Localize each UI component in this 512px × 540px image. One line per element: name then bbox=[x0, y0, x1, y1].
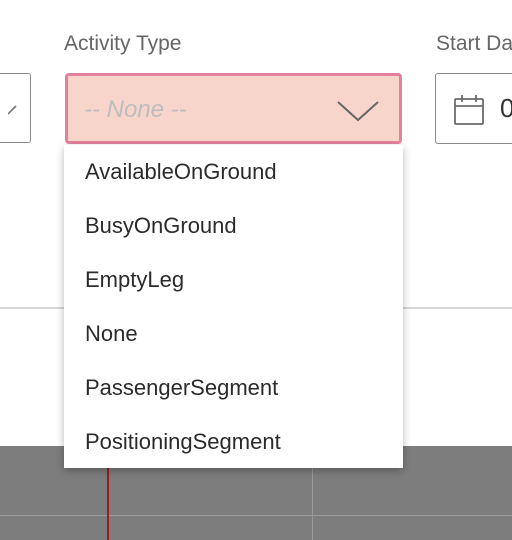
activity-type-select[interactable]: -- None -- bbox=[65, 73, 402, 144]
start-date-label: Start Da bbox=[436, 32, 512, 55]
activity-type-placeholder: -- None -- bbox=[84, 96, 187, 123]
activity-type-dropdown: AvailableOnGround BusyOnGround EmptyLeg … bbox=[64, 145, 403, 468]
previous-select[interactable] bbox=[0, 73, 31, 143]
start-date-value: 0 bbox=[500, 93, 512, 123]
activity-form: Activity Type -- None -- Start Da 0 Avai… bbox=[0, 0, 512, 540]
chevron-down-icon bbox=[337, 101, 379, 122]
chevron-down-icon bbox=[8, 105, 17, 115]
dropdown-option-passengersegment[interactable]: PassengerSegment bbox=[64, 361, 403, 415]
start-date-field[interactable]: 0 bbox=[435, 73, 512, 144]
dropdown-option-availableonground[interactable]: AvailableOnGround bbox=[64, 145, 403, 199]
calendar-icon bbox=[454, 95, 484, 125]
grid-row-line bbox=[0, 515, 512, 516]
activity-type-label: Activity Type bbox=[64, 32, 182, 55]
dropdown-option-busyonground[interactable]: BusyOnGround bbox=[64, 199, 403, 253]
dropdown-option-positioningsegment[interactable]: PositioningSegment bbox=[64, 415, 403, 469]
dropdown-option-emptyleg[interactable]: EmptyLeg bbox=[64, 253, 403, 307]
dropdown-option-none[interactable]: None bbox=[64, 307, 403, 361]
